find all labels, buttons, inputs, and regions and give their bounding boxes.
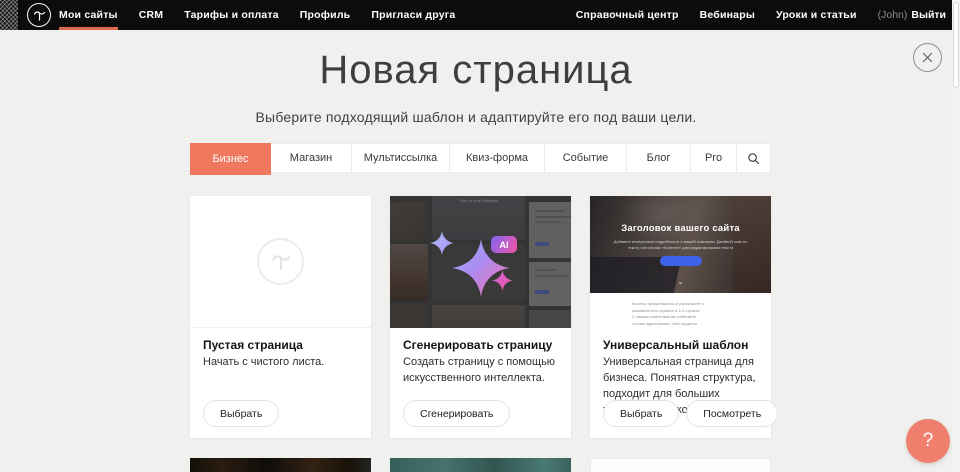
card-title: Пустая страница: [203, 338, 358, 352]
card-description: Начать с чистого листа.: [203, 355, 360, 371]
tab-label: Pro: [705, 152, 722, 164]
nav-left-items: Мои сайты CRM Тарифы и оплата Профиль Пр…: [59, 0, 476, 30]
new-page-modal-screen: Мои сайты CRM Тарифы и оплата Профиль Пр…: [0, 0, 960, 472]
template-card-universal: Заголовок вашего сайта Добавьте интересн…: [590, 196, 771, 438]
tab-label: Событие: [563, 152, 609, 164]
nav-item-billing[interactable]: Тарифы и оплата: [184, 0, 279, 30]
nav-item-label: Профиль: [300, 9, 351, 21]
tab-label: Бизнес: [212, 153, 248, 165]
card-buttons: Выбрать Посмотреть: [603, 400, 778, 427]
preview-heading: Заголовок вашего сайта: [590, 223, 771, 234]
tab-event[interactable]: Событие: [545, 144, 627, 172]
universal-template-preview: Заголовок вашего сайта Добавьте интересн…: [590, 196, 771, 328]
nav-item-lessons[interactable]: Уроки и статьи: [776, 9, 857, 21]
nav-item-profile[interactable]: Профиль: [300, 0, 351, 30]
preview-hero-section: Заголовок вашего сайта Добавьте интересн…: [590, 196, 771, 293]
preview-cta-button: [660, 256, 702, 266]
nav-item-label: Уроки и статьи: [776, 9, 857, 21]
search-icon: [747, 152, 760, 165]
tilda-glyph: [269, 250, 293, 274]
ai-badge: AI: [491, 236, 517, 253]
nav-item-label: CRM: [139, 9, 164, 21]
preview-subtext: Добавьте интересные подробности о вашей …: [613, 239, 748, 252]
page-scrollbar-track[interactable]: [952, 0, 960, 472]
page-subtitle: Выберите подходящий шаблон и адаптируйте…: [0, 109, 952, 125]
tab-label: Блог: [647, 152, 671, 164]
card-buttons: Сгенерировать: [403, 400, 510, 427]
preview-body-text: Коротко представьтесь и расскажите о ком…: [632, 301, 704, 328]
help-button[interactable]: ?: [906, 419, 950, 463]
nav-item-invite-friend[interactable]: Пригласи друга: [371, 0, 455, 30]
choose-button[interactable]: Выбрать: [203, 400, 279, 427]
tab-label: Магазин: [290, 152, 332, 164]
nav-item-webinars[interactable]: Вебинары: [700, 9, 755, 21]
nav-item-label: Пригласи друга: [371, 9, 455, 21]
tab-label: Квиз-форма: [466, 152, 528, 164]
generate-button[interactable]: Сгенерировать: [403, 400, 510, 427]
tab-label: Мультиссылка: [364, 152, 438, 164]
nav-item-label: Вебинары: [700, 9, 755, 21]
chevron-down-icon: ⌄: [590, 278, 771, 286]
tab-pro[interactable]: Pro: [691, 144, 737, 172]
close-button[interactable]: [913, 43, 942, 72]
tab-business[interactable]: Бизнес: [190, 143, 271, 175]
top-navigation-bar: Мои сайты CRM Тарифы и оплата Профиль Пр…: [0, 0, 960, 30]
nav-item-crm[interactable]: CRM: [139, 0, 164, 30]
preview-text-section: Коротко представьтесь и расскажите о ком…: [590, 293, 771, 328]
logout-link[interactable]: Выйти: [911, 9, 946, 21]
background-pattern-strip: [0, 0, 18, 30]
user-name: (John): [878, 9, 908, 21]
ai-sparkle-icon: AI: [390, 196, 571, 328]
tilda-watermark-icon: [257, 238, 304, 285]
nav-user-logout[interactable]: (John) Выйти: [878, 9, 946, 21]
nav-right-items: Справочный центр Вебинары Уроки и статьи…: [555, 0, 946, 30]
nav-item-label: Мои сайты: [59, 9, 118, 21]
next-row-template-card-1[interactable]: [190, 458, 371, 472]
close-icon: [922, 52, 933, 63]
card-title: Универсальный шаблон: [603, 338, 758, 352]
tab-blog[interactable]: Блог: [627, 144, 691, 172]
tab-search[interactable]: [737, 144, 770, 172]
view-button[interactable]: Посмотреть: [686, 400, 778, 427]
template-category-tabs: Бизнес Магазин Мультиссылка Квиз-форма С…: [190, 143, 771, 173]
template-card-blank-page: Пустая страница Начать с чистого листа. …: [190, 196, 371, 438]
ai-generate-preview: Title of Your Website: [390, 196, 571, 328]
blank-page-preview: [190, 196, 371, 328]
nav-item-my-sites[interactable]: Мои сайты: [59, 0, 118, 30]
nav-item-label: Справочный центр: [576, 9, 679, 21]
tilda-glyph: [32, 8, 47, 23]
choose-button[interactable]: Выбрать: [603, 400, 679, 427]
next-row-template-card-2[interactable]: [390, 458, 571, 472]
tilda-logo-icon[interactable]: [27, 3, 51, 27]
tab-quiz-form[interactable]: Квиз-форма: [450, 144, 545, 172]
page-scrollbar-thumb[interactable]: [953, 2, 959, 88]
sparkle-svg: [390, 196, 571, 328]
nav-item-help-center[interactable]: Справочный центр: [576, 9, 679, 21]
tab-shop[interactable]: Магазин: [271, 144, 352, 172]
template-card-ai-generate: Title of Your Website: [390, 196, 571, 438]
tab-multilink[interactable]: Мультиссылка: [352, 144, 450, 172]
page-title: Новая страница: [0, 48, 952, 93]
nav-item-label: Тарифы и оплата: [184, 9, 279, 21]
next-row-template-card-3[interactable]: [590, 458, 771, 472]
card-description: Создать страницу с помощью искусственног…: [403, 355, 560, 387]
help-button-label: ?: [923, 430, 934, 452]
card-title: Сгенерировать страницу: [403, 338, 558, 352]
card-buttons: Выбрать: [203, 400, 279, 427]
